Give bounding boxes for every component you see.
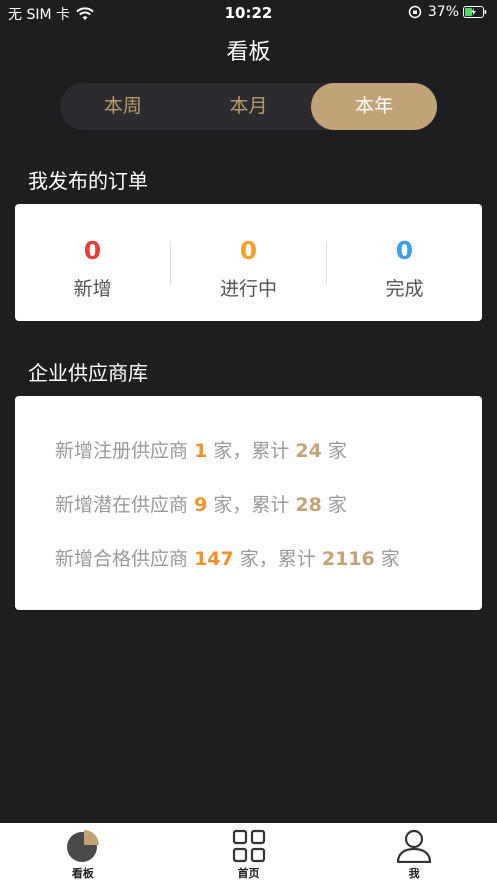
supplier-total-count: 28 <box>295 494 322 516</box>
stat-new[interactable]: 0 新增 <box>15 204 170 321</box>
status-bar: 无 SIM 卡 10:22 37% <box>0 0 497 26</box>
orientation-lock-icon <box>408 5 422 19</box>
grid-icon <box>232 829 265 863</box>
tab-dashboard-label: 看板 <box>71 867 94 880</box>
orders-section-title: 我发布的订单 <box>28 169 148 193</box>
battery-icon <box>463 6 487 18</box>
stat-in-progress-label: 进行中 <box>219 278 277 300</box>
segment-month[interactable]: 本月 <box>186 83 312 130</box>
segment-year[interactable]: 本年 <box>311 83 438 130</box>
stat-complete-label: 完成 <box>385 278 424 300</box>
stat-new-value: 0 <box>83 236 102 265</box>
supplier-line-potential: 新增潜在供应商 9 家，累计 28 家 <box>55 490 347 517</box>
supplier-line-prefix: 新增注册供应商 <box>55 440 189 462</box>
supplier-line-prefix: 新增潜在供应商 <box>55 494 189 516</box>
tab-bar: 看板 首页 我 <box>0 823 497 883</box>
supplier-line-suffix: 家 <box>327 440 347 462</box>
segment-week[interactable]: 本周 <box>60 83 186 130</box>
suppliers-section-title: 企业供应商库 <box>28 361 148 385</box>
tab-me[interactable]: 我 <box>331 823 497 883</box>
period-segment-control: 本周 本月 本年 <box>60 83 438 130</box>
supplier-line-qualified: 新增合格供应商 147 家，累计 2116 家 <box>55 544 400 571</box>
supplier-new-count: 147 <box>194 548 234 570</box>
supplier-new-count: 9 <box>194 494 208 516</box>
suppliers-card: 新增注册供应商 1 家，累计 24 家 新增潜在供应商 9 家，累计 28 家 … <box>15 396 482 610</box>
supplier-line-mid: 家，累计 <box>213 494 290 516</box>
tab-me-label: 我 <box>408 867 420 880</box>
supplier-line-mid: 家，累计 <box>213 440 290 462</box>
supplier-line-mid: 家，累计 <box>239 548 316 570</box>
tab-home[interactable]: 首页 <box>166 823 332 883</box>
stat-new-label: 新增 <box>73 278 112 300</box>
stat-in-progress[interactable]: 0 进行中 <box>171 204 326 321</box>
supplier-total-count: 24 <box>295 440 322 462</box>
supplier-total-count: 2116 <box>321 548 375 570</box>
stat-complete-value: 0 <box>395 236 414 265</box>
supplier-line-suffix: 家 <box>327 494 347 516</box>
supplier-line-registered: 新增注册供应商 1 家，累计 24 家 <box>55 436 347 463</box>
stat-complete[interactable]: 0 完成 <box>327 204 482 321</box>
stat-in-progress-value: 0 <box>239 236 258 265</box>
pie-chart-icon <box>66 830 99 862</box>
supplier-line-suffix: 家 <box>380 548 400 570</box>
battery-percent: 37% <box>427 4 459 20</box>
tab-dashboard[interactable]: 看板 <box>0 823 166 883</box>
orders-card: 0 新增 0 进行中 0 完成 <box>15 204 482 321</box>
page-title: 看板 <box>226 40 271 65</box>
supplier-line-prefix: 新增合格供应商 <box>55 548 189 570</box>
user-icon <box>397 829 432 863</box>
status-right: 37% <box>408 4 487 20</box>
tab-home-label: 首页 <box>237 867 260 880</box>
supplier-new-count: 1 <box>194 440 208 462</box>
